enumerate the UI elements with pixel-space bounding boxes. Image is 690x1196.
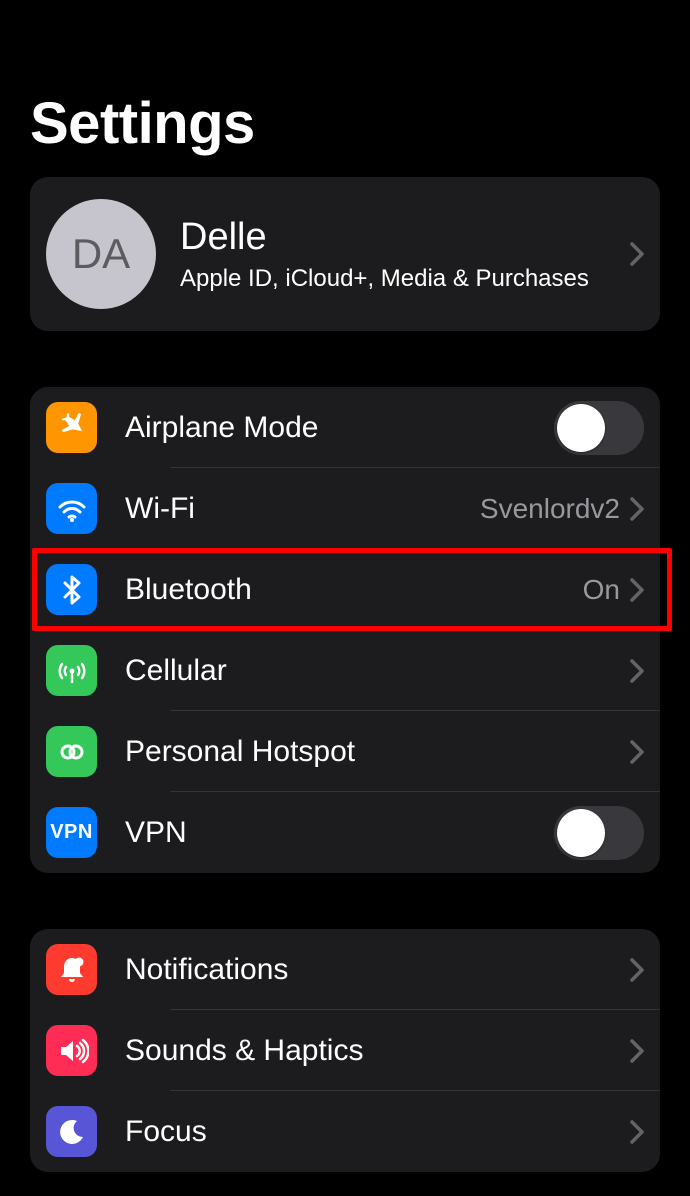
airplane-mode-row[interactable]: Airplane Mode xyxy=(30,387,660,468)
preferences-group: Notifications Sounds & Haptics Focus xyxy=(30,929,660,1172)
vpn-icon-text: VPN xyxy=(50,821,93,844)
bluetooth-row[interactable]: Bluetooth On xyxy=(30,549,660,630)
airplane-mode-label: Airplane Mode xyxy=(125,411,554,445)
cellular-label: Cellular xyxy=(125,654,630,688)
focus-row[interactable]: Focus xyxy=(30,1091,660,1172)
chevron-right-icon xyxy=(630,578,644,602)
focus-label: Focus xyxy=(125,1115,630,1149)
notifications-label: Notifications xyxy=(125,953,630,987)
profile-name: Delle xyxy=(180,216,630,259)
bluetooth-icon xyxy=(46,564,97,615)
chevron-right-icon xyxy=(630,740,644,764)
wifi-label: Wi-Fi xyxy=(125,492,480,526)
apple-id-row[interactable]: DA Delle Apple ID, iCloud+, Media & Purc… xyxy=(30,177,660,331)
avatar-initials: DA xyxy=(72,230,130,278)
sounds-haptics-label: Sounds & Haptics xyxy=(125,1034,630,1068)
sounds-icon xyxy=(46,1025,97,1076)
chevron-right-icon xyxy=(630,958,644,982)
connectivity-group: Airplane Mode Wi-Fi Svenlordv2 Bluetooth… xyxy=(30,387,660,873)
focus-icon xyxy=(46,1106,97,1157)
airplane-icon xyxy=(46,402,97,453)
notifications-icon xyxy=(46,944,97,995)
settings-screen: Settings DA Delle Apple ID, iCloud+, Med… xyxy=(0,0,690,1196)
chevron-right-icon xyxy=(630,242,644,266)
bluetooth-label: Bluetooth xyxy=(125,573,583,607)
hotspot-icon xyxy=(46,726,97,777)
wifi-value: Svenlordv2 xyxy=(480,493,620,525)
chevron-right-icon xyxy=(630,1039,644,1063)
chevron-right-icon xyxy=(630,659,644,683)
vpn-toggle[interactable] xyxy=(554,806,644,860)
wifi-row[interactable]: Wi-Fi Svenlordv2 xyxy=(30,468,660,549)
personal-hotspot-row[interactable]: Personal Hotspot xyxy=(30,711,660,792)
profile-subtitle: Apple ID, iCloud+, Media & Purchases xyxy=(180,265,630,293)
vpn-label: VPN xyxy=(125,816,554,850)
cellular-row[interactable]: Cellular xyxy=(30,630,660,711)
vpn-icon: VPN xyxy=(46,807,97,858)
notifications-row[interactable]: Notifications xyxy=(30,929,660,1010)
cellular-icon xyxy=(46,645,97,696)
chevron-right-icon xyxy=(630,497,644,521)
wifi-icon xyxy=(46,483,97,534)
personal-hotspot-label: Personal Hotspot xyxy=(125,735,630,769)
profile-group: DA Delle Apple ID, iCloud+, Media & Purc… xyxy=(30,177,660,331)
sounds-haptics-row[interactable]: Sounds & Haptics xyxy=(30,1010,660,1091)
avatar: DA xyxy=(46,199,156,309)
bluetooth-value: On xyxy=(583,574,620,606)
chevron-right-icon xyxy=(630,1120,644,1144)
profile-text: Delle Apple ID, iCloud+, Media & Purchas… xyxy=(180,216,630,293)
page-title: Settings xyxy=(30,90,690,157)
vpn-row[interactable]: VPN VPN xyxy=(30,792,660,873)
airplane-mode-toggle[interactable] xyxy=(554,401,644,455)
